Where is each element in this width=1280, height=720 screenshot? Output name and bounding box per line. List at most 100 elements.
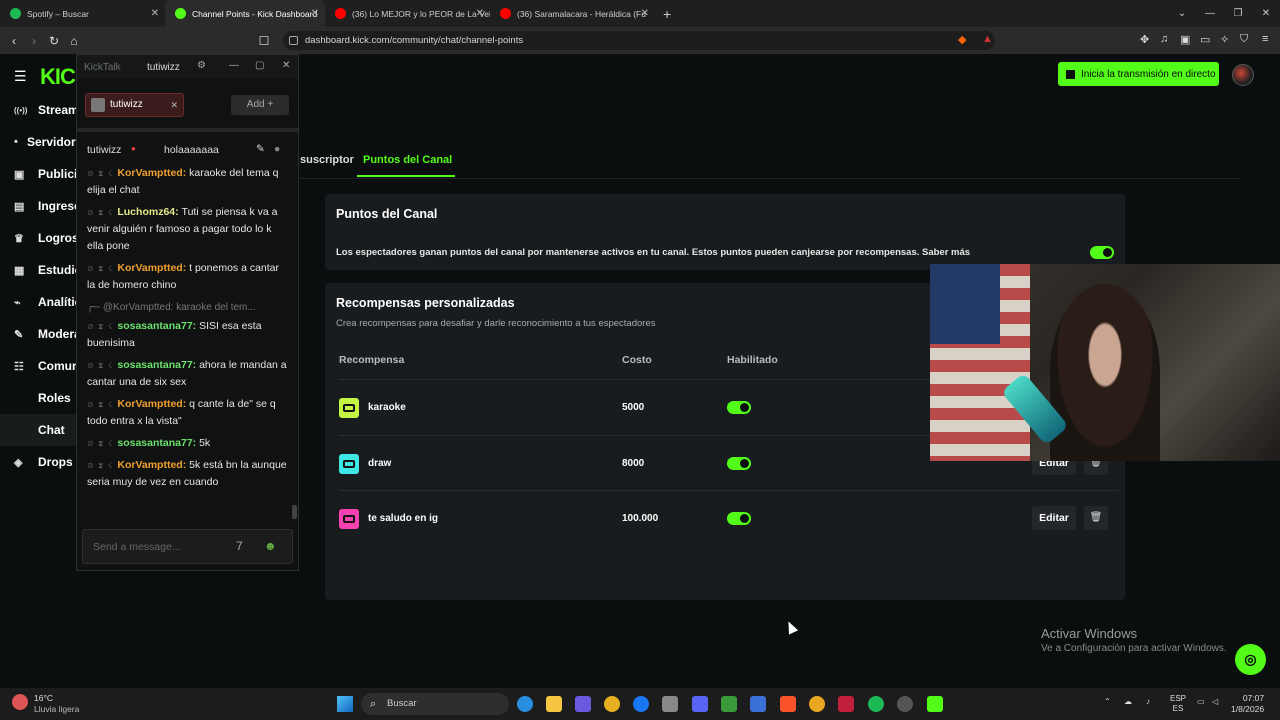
network-icon[interactable]: ▭ — [1197, 697, 1205, 706]
tab-search-icon[interactable]: ⌄ — [1168, 8, 1196, 19]
minecraft-icon[interactable] — [721, 696, 737, 712]
pin-icon[interactable]: ✎ — [256, 143, 265, 155]
mod-actions-icon[interactable]: ⊘ ⧗ ☇ — [87, 461, 113, 470]
kt-close-icon[interactable]: ✕ — [282, 60, 290, 71]
sidebar-icon[interactable]: ▣ — [1180, 33, 1190, 46]
browser-tab[interactable]: (36) Lo MEJOR y lo PEOR de La Velad ✕ — [325, 0, 490, 27]
language-indicator[interactable]: ESP ES — [1170, 694, 1186, 714]
seventv-emote-icon[interactable]: 7 — [236, 539, 243, 553]
app3-icon[interactable] — [809, 696, 825, 712]
sidebar-item-logros[interactable]: ♛ Logros — [0, 222, 80, 254]
user-avatar[interactable] — [1232, 64, 1254, 86]
volume-icon[interactable]: ◁ — [1212, 697, 1218, 706]
chat-input[interactable]: Send a message... 7 ☻ — [82, 529, 293, 564]
chat-username[interactable]: Luchomz64 — [117, 206, 175, 218]
forward-icon[interactable]: › — [24, 34, 44, 48]
wallet-icon[interactable]: ▭ — [1200, 33, 1210, 46]
app-icon[interactable] — [692, 696, 708, 712]
edit-reward-button[interactable]: Editar — [1032, 506, 1076, 530]
system-clock[interactable]: 07:07 1/8/2026 — [1231, 693, 1264, 715]
chat-username[interactable]: sosasantana77 — [117, 359, 192, 371]
sidebar-item-drops-y[interactable]: ◈ Drops y — [0, 446, 83, 478]
close-tab-icon[interactable]: ✕ — [641, 8, 649, 19]
browser-tab[interactable]: Channel Points - Kick Dashboard ✕ — [165, 0, 325, 27]
edge-icon[interactable] — [517, 696, 533, 712]
tray-chevron-icon[interactable]: ⌃ — [1104, 697, 1111, 706]
app4-icon[interactable] — [838, 696, 854, 712]
sidebar-item-analític[interactable]: ⌁ Analític — [0, 286, 81, 318]
sidebar-item-publicio[interactable]: ▣ Publicio — [0, 158, 85, 190]
site-info-icon[interactable] — [289, 36, 298, 45]
reward-enabled-toggle[interactable] — [727, 512, 751, 525]
mod-actions-icon[interactable]: ⊘ ⧗ ☇ — [87, 361, 113, 370]
support-chat-button[interactable]: ◎ — [1235, 644, 1266, 675]
close-tab-icon[interactable]: ✕ — [311, 8, 319, 19]
mod-actions-icon[interactable]: ⊘ ⧗ ☇ — [87, 322, 113, 331]
store-icon[interactable] — [662, 696, 678, 712]
kt-maximize-icon[interactable]: ▢ — [255, 60, 264, 71]
channel-tab[interactable]: tutiwizz ✕ — [85, 93, 184, 117]
tab-puntos-del-canal[interactable]: Puntos del Canal — [363, 154, 452, 166]
home-icon[interactable]: ⌂ — [64, 34, 84, 48]
hamburger-menu-icon[interactable]: ☰ — [14, 68, 27, 85]
file-explorer-icon[interactable] — [546, 696, 562, 712]
go-live-button[interactable]: Inicia la transmisión en directo — [1058, 62, 1219, 86]
kicktalk-current-user[interactable]: tutiwizz — [147, 62, 180, 73]
minimize-button[interactable]: — — [1196, 8, 1224, 19]
settings-gear-icon[interactable]: ⚙ — [197, 60, 206, 71]
sidebar-item-ingreso[interactable]: ▤ Ingreso — [0, 190, 81, 222]
bookmark-icon[interactable]: ☐ — [254, 34, 274, 48]
back-icon[interactable]: ‹ — [4, 34, 24, 48]
extensions-icon[interactable]: ✥ — [1140, 33, 1149, 46]
chat-username[interactable]: sosasantana77 — [117, 320, 192, 332]
app2-icon[interactable] — [750, 696, 766, 712]
restore-button[interactable]: ❐ — [1224, 8, 1252, 19]
taskbar-search[interactable]: ⌕ Buscar — [361, 693, 509, 715]
chat-username[interactable]: KorVamptted — [117, 398, 182, 410]
sidebar-item-roles[interactable]: Roles — [0, 382, 80, 414]
chat-username[interactable]: KorVamptted — [117, 262, 182, 274]
mod-actions-icon[interactable]: ⊘ ⧗ ☇ — [87, 264, 113, 273]
brave-shield-icon[interactable]: ◆ — [958, 33, 966, 46]
kick-app-icon[interactable] — [927, 696, 943, 712]
brave-icon[interactable] — [780, 696, 796, 712]
reward-enabled-toggle[interactable] — [727, 401, 751, 414]
mod-actions-icon[interactable]: ⊘ ⧗ ☇ — [87, 208, 113, 217]
close-tab-icon[interactable]: ✕ — [476, 8, 484, 19]
chrome-icon[interactable] — [604, 696, 620, 712]
menu-icon[interactable]: ≡ — [1262, 33, 1268, 45]
chat-username[interactable]: KorVamptted — [117, 459, 182, 471]
sidebar-item-estudio[interactable]: ▦ Estudio — [0, 254, 82, 286]
sidebar-item-chat[interactable]: Chat — [0, 414, 80, 446]
chat-scrollbar[interactable] — [292, 505, 297, 519]
windows-start-icon[interactable] — [337, 696, 353, 712]
close-channel-icon[interactable]: ✕ — [170, 94, 178, 116]
channel-points-toggle[interactable] — [1090, 246, 1114, 259]
copilot-icon[interactable] — [575, 696, 591, 712]
add-channel-button[interactable]: Add + — [231, 95, 289, 115]
media-icon[interactable]: ♫ — [1160, 33, 1168, 45]
vpn-icon[interactable]: ⛉ — [1240, 33, 1248, 46]
spotify-icon[interactable] — [868, 696, 884, 712]
reward-enabled-toggle[interactable] — [727, 456, 751, 470]
close-tab-icon[interactable]: ✕ — [151, 8, 159, 19]
sidebar-item-stream[interactable]: ((•)) Stream — [0, 94, 80, 126]
kt-minimize-icon[interactable]: — — [229, 60, 239, 71]
new-tab-icon[interactable]: + — [663, 6, 671, 22]
tab-suscriptor[interactable]: suscriptor — [300, 154, 354, 166]
delete-reward-icon[interactable]: 🗑 — [1084, 506, 1108, 530]
brave-rewards-icon[interactable]: ▲ — [982, 33, 993, 45]
mic-tray-icon[interactable]: ♪ — [1146, 697, 1150, 706]
emote-picker-icon[interactable]: ☻ — [264, 539, 277, 553]
browser-tab[interactable]: Spotify – Buscar ✕ — [0, 0, 165, 27]
chat-username[interactable]: sosasantana77 — [117, 437, 192, 449]
mod-actions-icon[interactable]: ⊘ ⧗ ☇ — [87, 400, 113, 409]
pinned-user[interactable]: tutiwizz — [87, 144, 121, 156]
close-window-button[interactable]: ✕ — [1252, 8, 1280, 19]
sidebar-item-modera[interactable]: ✎ Modera — [0, 318, 81, 350]
mod-actions-icon[interactable]: ⊘ ⧗ ☇ — [87, 169, 113, 178]
facebook-icon[interactable] — [633, 696, 649, 712]
browser-tab[interactable]: (36) Saramalacara - Heráldica (Fu ✕ — [490, 0, 655, 27]
sidebar-item-servidor-y[interactable]: • Servidor y — [0, 126, 86, 158]
chat-username[interactable]: KorVamptted — [117, 167, 182, 179]
